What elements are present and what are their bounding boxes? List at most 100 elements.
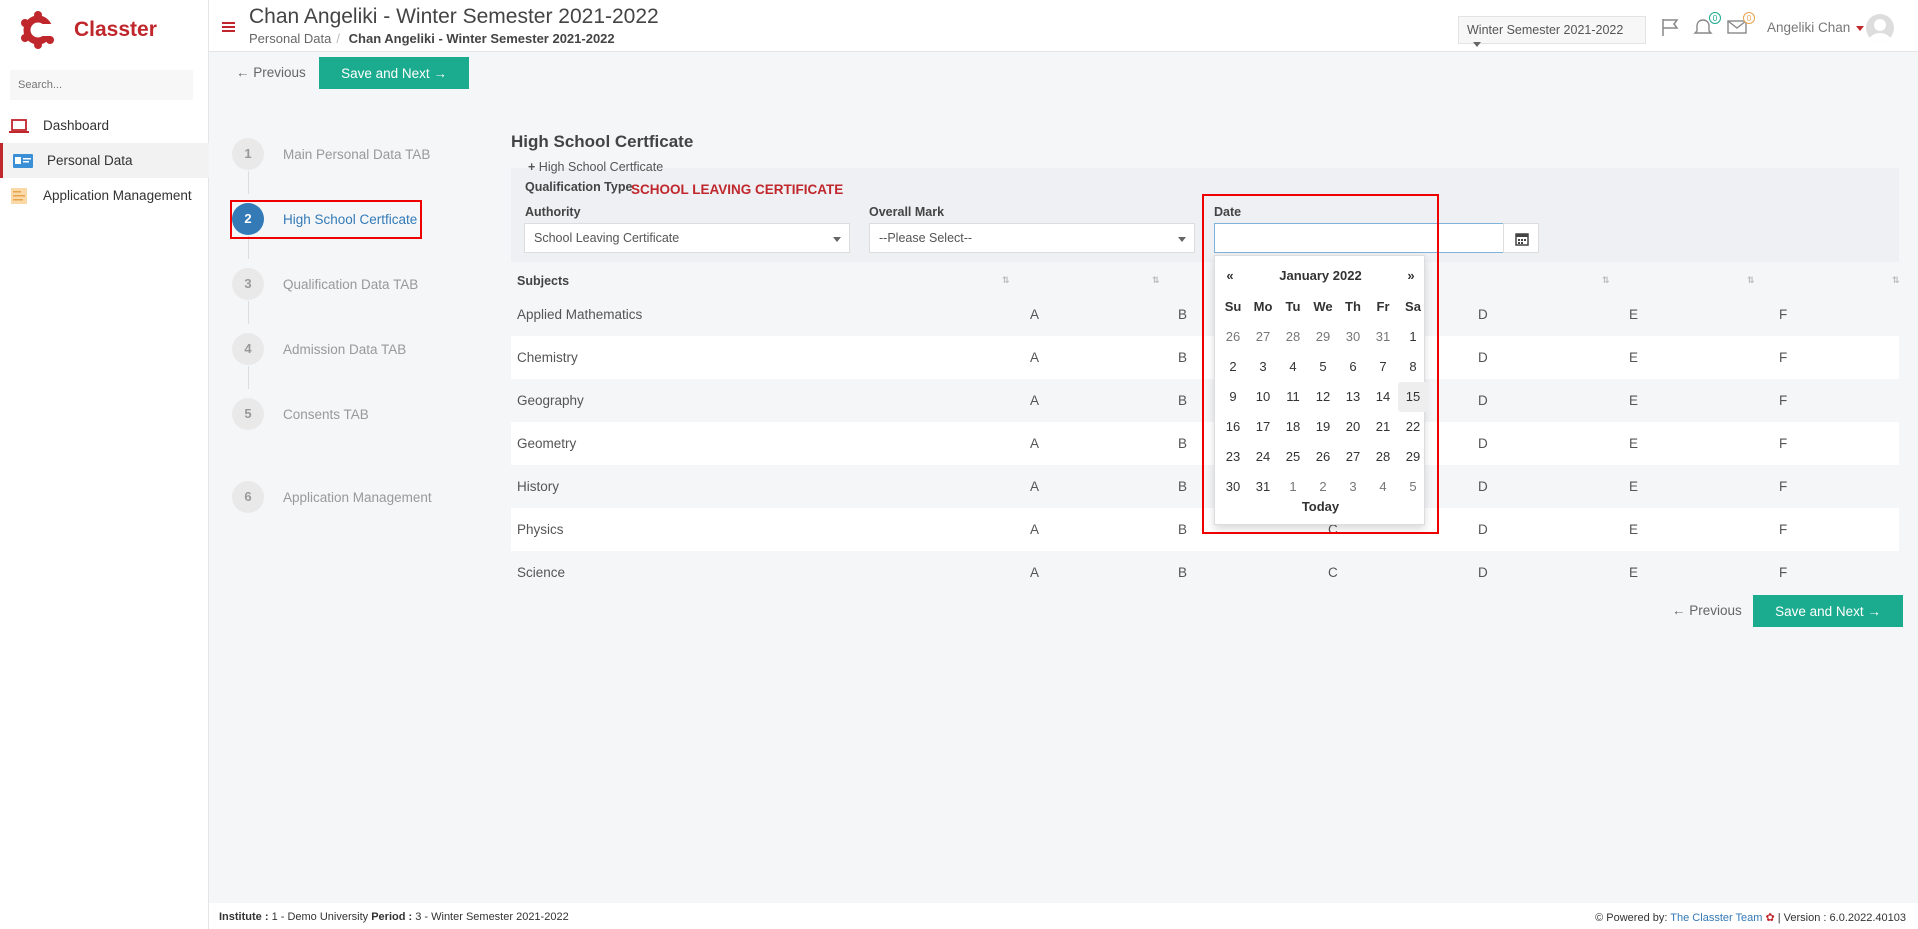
step-qualification-data[interactable]: 3 Qualification Data TAB [232, 268, 418, 300]
grade-option[interactable]: E [1629, 479, 1638, 494]
grade-option[interactable]: A [1030, 393, 1039, 408]
user-avatar-icon [1869, 19, 1891, 42]
grade-option[interactable]: B [1178, 436, 1187, 451]
save-next-label: Save and Next [1775, 603, 1864, 619]
user-name: Angeliki Chan [1767, 20, 1851, 35]
clipboard-icon [11, 187, 27, 204]
grade-option[interactable]: F [1779, 479, 1787, 494]
grade-option[interactable]: B [1178, 479, 1187, 494]
chevron-down-icon [1178, 237, 1186, 242]
grade-option[interactable]: E [1629, 522, 1638, 537]
grade-option[interactable]: D [1478, 393, 1488, 408]
save-and-next-button-bottom[interactable]: Save and Next → [1753, 595, 1903, 627]
subject-name: Chemistry [517, 350, 578, 365]
grade-option[interactable]: B [1178, 522, 1187, 537]
grade-option[interactable]: A [1030, 522, 1039, 537]
step-number: 1 [232, 138, 264, 170]
step-main-personal-data[interactable]: 1 Main Personal Data TAB [232, 138, 430, 170]
messages-badge: 0 [1743, 12, 1755, 24]
subject-name: Geometry [517, 436, 577, 451]
grade-option[interactable]: A [1030, 307, 1039, 322]
sidebar-item-label: Application Management [43, 188, 192, 203]
plus-icon: + [528, 160, 536, 174]
previous-button-bottom[interactable]: ← Previous [1672, 603, 1742, 618]
breadcrumb: Personal Data / Chan Angeliki - Winter Se… [249, 31, 615, 46]
grade-option[interactable]: A [1030, 479, 1039, 494]
overall-mark-select[interactable]: --Please Select-- [869, 223, 1195, 253]
grade-option[interactable]: E [1629, 350, 1638, 365]
grade-option[interactable]: D [1478, 436, 1488, 451]
step-connector [248, 171, 249, 194]
calendar-button[interactable] [1503, 223, 1539, 253]
avatar[interactable] [1866, 14, 1894, 42]
grade-option[interactable]: A [1030, 350, 1039, 365]
grade-option[interactable]: B [1178, 393, 1187, 408]
grade-option[interactable]: E [1629, 393, 1638, 408]
grade-option[interactable]: F [1779, 565, 1787, 580]
grade-option[interactable]: D [1478, 565, 1488, 580]
breadcrumb-item[interactable]: Personal Data [249, 31, 331, 46]
grade-option[interactable]: B [1178, 565, 1187, 580]
step-application-management[interactable]: 6 Application Management [232, 481, 432, 513]
notifications-badge: 0 [1709, 12, 1721, 24]
subject-name: Science [517, 565, 566, 580]
highlight-box-step [230, 200, 422, 239]
grade-option[interactable]: B [1178, 350, 1187, 365]
institute-label: Institute : [219, 911, 269, 923]
sort-icon[interactable]: ⇅ [1892, 275, 1900, 286]
subject-name: History [517, 479, 560, 494]
step-admission-data[interactable]: 4 Admission Data TAB [232, 333, 406, 365]
save-and-next-button-top[interactable]: Save and Next → [319, 57, 469, 89]
powered-by-label: Powered by: [1606, 912, 1668, 924]
sidebar-search-input[interactable] [10, 70, 193, 100]
user-menu[interactable]: Angeliki Chan [1767, 20, 1865, 35]
sort-icon[interactable]: ⇅ [1747, 275, 1755, 286]
grade-option[interactable]: F [1779, 522, 1787, 537]
sidebar-item-application-management[interactable]: Application Management [0, 178, 209, 213]
breadcrumb-current: Chan Angeliki - Winter Semester 2021-202… [348, 31, 615, 46]
arrow-right-icon: → [433, 65, 447, 81]
copyright-icon: © [1595, 912, 1604, 924]
subjects-header: Subjects [517, 274, 570, 288]
grade-option[interactable]: E [1629, 565, 1638, 580]
footer-institute-info: Institute : 1 - Demo University Period :… [219, 911, 569, 923]
authority-label: Authority [525, 205, 581, 219]
sort-icon[interactable]: ⇅ [1002, 275, 1010, 286]
grade-option[interactable]: C [1328, 565, 1338, 580]
brand-name: Classter [74, 18, 157, 41]
classter-small-logo-icon: ✿ [1765, 912, 1775, 924]
grade-option[interactable]: D [1478, 479, 1488, 494]
authority-select[interactable]: School Leaving Certificate [524, 223, 850, 253]
grade-option[interactable]: F [1779, 350, 1787, 365]
grade-option[interactable]: E [1629, 436, 1638, 451]
step-consents[interactable]: 5 Consents TAB [232, 398, 369, 430]
chevron-down-icon [1856, 25, 1865, 31]
semester-select[interactable]: Winter Semester 2021-2022 [1458, 16, 1646, 48]
grade-option[interactable]: F [1779, 393, 1787, 408]
notifications-button[interactable]: 0 [1693, 12, 1721, 36]
grade-option[interactable]: E [1629, 307, 1638, 322]
sidebar: Classter Dashboard Personal Data Applica… [0, 0, 209, 929]
sort-icon[interactable]: ⇅ [1152, 275, 1160, 286]
classter-team-link[interactable]: The Classter Team [1670, 912, 1762, 924]
table-row: Science A B C D E F [511, 551, 1899, 594]
grade-option[interactable]: D [1478, 307, 1488, 322]
add-certificate-toggle[interactable]: + High School Certficate [528, 160, 663, 174]
sort-icon[interactable]: ⇅ [1602, 275, 1610, 286]
flag-icon[interactable] [1660, 18, 1680, 36]
messages-button[interactable]: 0 [1727, 12, 1755, 36]
grade-option[interactable]: F [1779, 307, 1787, 322]
grade-option[interactable]: D [1478, 350, 1488, 365]
version-text: | Version : 6.0.2022.40103 [1777, 912, 1906, 924]
classter-logo[interactable]: Classter [18, 10, 157, 50]
sidebar-item-personal-data[interactable]: Personal Data [0, 143, 209, 178]
grade-option[interactable]: F [1779, 436, 1787, 451]
sidebar-item-dashboard[interactable]: Dashboard [0, 108, 209, 143]
grade-option[interactable]: A [1030, 436, 1039, 451]
grade-option[interactable]: D [1478, 522, 1488, 537]
grade-option[interactable]: A [1030, 565, 1039, 580]
previous-label: Previous [253, 65, 306, 80]
grade-option[interactable]: B [1178, 307, 1187, 322]
previous-button-top[interactable]: ← Previous [236, 65, 306, 80]
menu-toggle-icon[interactable] [222, 22, 235, 32]
